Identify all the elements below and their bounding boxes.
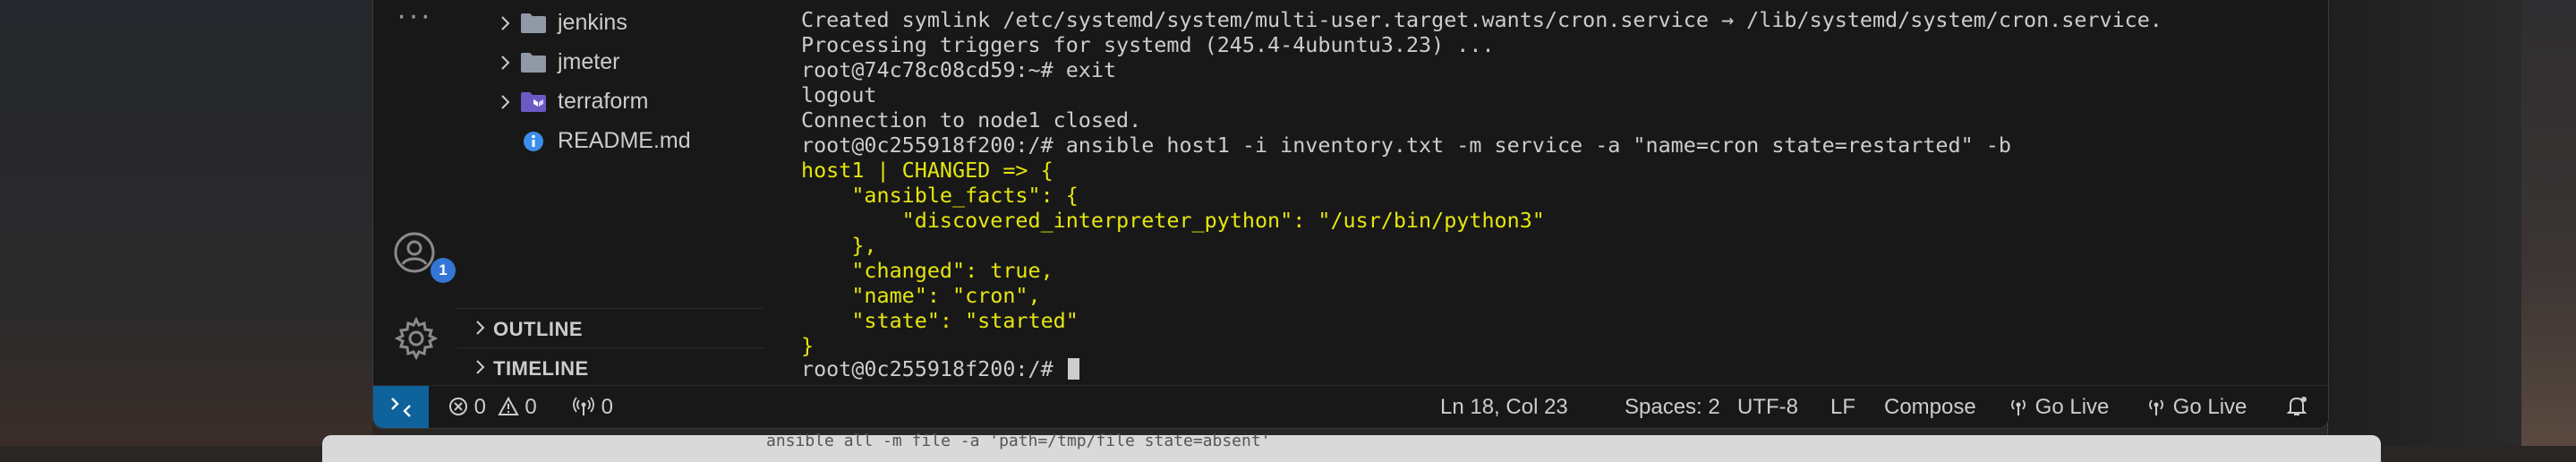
explorer-item-label: terraform	[558, 89, 649, 114]
explorer-item-terraform[interactable]: terraform	[457, 84, 763, 120]
activity-bar: ··· 1	[373, 0, 458, 385]
terminal-cursor	[1067, 358, 1079, 380]
explorer-item-readme[interactable]: README.md	[457, 124, 763, 159]
terminal-line: Processing triggers for systemd (245.4-4…	[801, 32, 1495, 57]
language-mode-status[interactable]: Compose	[1884, 395, 1976, 420]
explorer-sidebar: jenkins jmeter terraform README.md OUTLI…	[457, 0, 764, 385]
vscode-window: ··· 1 jenkins jmeter terraform README.md…	[372, 0, 2329, 429]
terminal-output-line: "ansible_facts": {	[801, 183, 1079, 208]
terminal-line: Created symlink /etc/systemd/system/mult…	[801, 7, 2162, 32]
desktop-background	[0, 0, 372, 446]
accounts-badge: 1	[431, 258, 456, 283]
status-bar: 0 0 0 Ln 18, Col 23 Spaces: 2 UTF-8 LF C…	[373, 385, 2328, 428]
terminal-output-line: "state": "started"	[801, 308, 1079, 333]
terminal-line: root@0c255918f200:/# ansible host1 -i in…	[801, 133, 2011, 158]
chevron-right-icon	[476, 360, 485, 374]
background-window-edge	[2327, 0, 2521, 446]
terminal-line: Connection to node1 closed.	[801, 107, 1142, 133]
section-label: TIMELINE	[493, 357, 589, 380]
go-live-label: Go Live	[2172, 395, 2248, 419]
broadcast-icon	[2149, 399, 2163, 415]
terminal-prompt: root@0c255918f200:/#	[801, 356, 1066, 381]
folder-icon	[521, 13, 546, 33]
terminal-output-line: "discovered_interpreter_python": "/usr/b…	[801, 208, 1545, 233]
terminal-output-line: }	[801, 333, 815, 358]
accounts-icon[interactable]: 1	[393, 231, 456, 283]
terminal-prompt-line[interactable]: root@0c255918f200:/#	[801, 356, 1079, 381]
ports-count: 0	[601, 395, 614, 419]
indentation-status[interactable]: Spaces: 2	[1625, 395, 1720, 420]
folder-icon	[521, 53, 546, 73]
timeline-section-header[interactable]: TIMELINE	[457, 347, 763, 386]
explorer-item-label: README.md	[558, 128, 691, 153]
terminal-line: root@74c78c08cd59:~# exit	[801, 57, 1117, 82]
chevron-right-icon	[501, 56, 510, 70]
terminal-output-line: host1 | CHANGED => {	[801, 158, 1053, 183]
explorer-item-jmeter[interactable]: jmeter	[457, 45, 763, 81]
cursor-position-status[interactable]: Ln 18, Col 23	[1440, 395, 1568, 420]
go-live-button[interactable]: Go Live	[2145, 395, 2247, 420]
more-actions-icon[interactable]: ···	[397, 0, 432, 30]
background-terminal-window: ansible all -m file -a 'path=/tmp/file s…	[322, 432, 2381, 462]
eol-status[interactable]: LF	[1830, 395, 1855, 420]
terraform-folder-icon	[521, 92, 546, 112]
broadcast-icon	[2011, 399, 2026, 415]
remote-indicator-button[interactable]	[373, 386, 429, 428]
settings-gear-icon[interactable]	[393, 315, 439, 362]
ports-status[interactable]: 0	[572, 395, 613, 420]
explorer-item-label: jenkins	[558, 10, 627, 35]
outline-section-header[interactable]: OUTLINE	[457, 308, 763, 346]
explorer-item-jenkins[interactable]: jenkins	[457, 5, 763, 41]
remote-icon	[391, 398, 411, 417]
terminal-output-line: },	[801, 233, 877, 258]
error-icon	[449, 398, 467, 415]
chevron-right-icon	[476, 321, 485, 335]
explorer-item-label: jmeter	[558, 49, 620, 74]
warning-count: 0	[525, 395, 537, 419]
encoding-status[interactable]: UTF-8	[1737, 395, 1798, 420]
background-terminal-text: ansible all -m file -a 'path=/tmp/file s…	[766, 432, 1271, 450]
chevron-right-icon	[501, 95, 510, 109]
terminal-line: logout	[801, 82, 877, 107]
notifications-bell-icon[interactable]	[2285, 395, 2308, 420]
info-icon	[524, 132, 543, 151]
go-live-label: Go Live	[2034, 395, 2110, 419]
terminal-output-line: "changed": true,	[801, 258, 1053, 283]
go-live-button[interactable]: Go Live	[2008, 395, 2109, 420]
warning-icon	[498, 396, 519, 415]
terminal-panel[interactable]: Created symlink /etc/systemd/system/mult…	[763, 0, 2328, 385]
terminal-output-line: "name": "cron",	[801, 283, 1041, 308]
section-label: OUTLINE	[493, 318, 584, 340]
problems-status[interactable]: 0 0	[448, 395, 537, 420]
error-count: 0	[473, 395, 487, 419]
chevron-right-icon	[501, 16, 510, 30]
broadcast-icon	[573, 397, 594, 415]
